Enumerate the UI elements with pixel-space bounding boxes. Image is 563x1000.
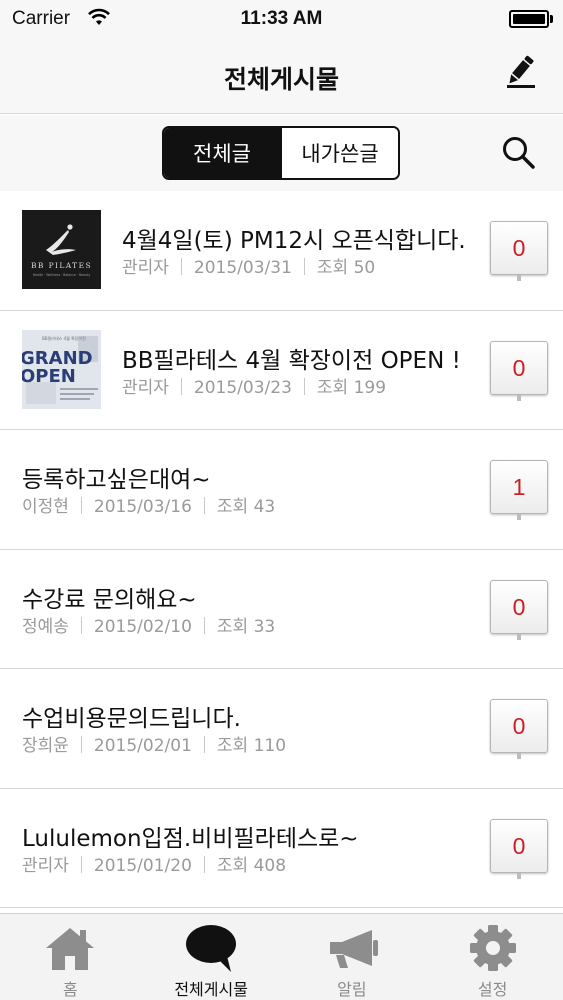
home-icon <box>46 928 95 970</box>
post-views: 조회 110 <box>216 736 287 756</box>
post-title: 등록하고싶은대여~ <box>22 467 211 493</box>
tab-all-posts[interactable]: 전체게시물 <box>141 914 282 1000</box>
navigation-bar: 전체게시물 <box>0 40 563 114</box>
post-item[interactable]: BB PILATES Health · Wellness · Balance ·… <box>0 191 563 311</box>
tab-bar: 홈 전체게시물 알림 설정 <box>0 913 563 1000</box>
post-date: 2015/03/23 <box>193 377 292 398</box>
open-text: OPEN <box>22 366 76 387</box>
pencil-icon[interactable] <box>503 54 537 90</box>
post-thumbnail: BB필라테스 4월 확장이전 GRAND OPEN <box>22 329 101 409</box>
post-meta: 관리자 2015/03/23 조회 199 <box>122 373 386 398</box>
tab-home[interactable]: 홈 <box>0 914 141 1000</box>
post-date: 2015/03/31 <box>193 258 292 278</box>
post-views: 조회 33 <box>216 616 276 637</box>
post-date: 2015/03/16 <box>93 497 192 517</box>
comment-count-badge: 0 <box>490 221 548 275</box>
gear-icon <box>469 925 516 971</box>
tab-label: 알림 <box>337 980 367 999</box>
post-author: 이정현 <box>22 497 69 517</box>
filter-bar: 전체글 내가쓴글 <box>0 115 563 191</box>
clock: 11:33 AM <box>240 8 323 29</box>
post-thumbnail: BB PILATES Health · Wellness · Balance ·… <box>22 210 101 289</box>
tab-settings[interactable]: 설정 <box>422 914 563 1000</box>
grand-open-top-text: BB필라테스 4월 확장이전 <box>42 335 86 341</box>
post-list: BB PILATES Health · Wellness · Balance ·… <box>0 191 563 913</box>
speech-bubble-icon <box>186 925 237 972</box>
post-item[interactable]: BB필라테스 4월 확장이전 GRAND OPEN BB필라테스 4월 확장이전… <box>0 311 563 430</box>
comment-count-badge: 0 <box>490 699 548 753</box>
page-title: 전체게시물 <box>223 65 339 94</box>
post-views: 조회 50 <box>316 258 376 278</box>
bb-pilates-tagline: Health · Wellness · Balance · Beauty <box>33 273 91 277</box>
post-title: 4월4일(토) PM12시 오픈식합니다. <box>122 228 466 254</box>
post-date: 2015/02/10 <box>93 616 192 637</box>
post-title: 수업비용문의드립니다. <box>22 706 241 732</box>
post-title: Lululemon입점.비비필라테스로~ <box>22 825 359 852</box>
tab-label: 전체게시물 <box>174 980 248 999</box>
post-meta: 관리자 2015/01/20 조회 408 <box>22 851 286 876</box>
post-author: 장희윤 <box>22 736 69 756</box>
comment-count-badge: 1 <box>490 460 548 514</box>
post-views: 조회 408 <box>216 855 287 876</box>
post-title: 수강료 문의해요~ <box>22 586 197 613</box>
tab-notifications[interactable]: 알림 <box>282 914 423 1000</box>
bb-pilates-logo-text: BB PILATES <box>31 261 92 270</box>
comment-count-badge: 0 <box>490 340 548 395</box>
post-author: 정예송 <box>22 616 69 637</box>
post-item[interactable]: 수업비용문의드립니다. 장희윤 2015/02/01 조회 110 0 <box>0 669 563 789</box>
post-title: BB필라테스 4월 확장이전 OPEN ! <box>122 347 461 374</box>
comment-count-badge: 0 <box>490 579 548 634</box>
post-item[interactable]: 수강료 문의해요~ 정예송 2015/02/10 조회 33 0 <box>0 550 563 669</box>
post-views: 조회 43 <box>216 497 276 517</box>
post-author: 관리자 <box>122 258 169 278</box>
post-date: 2015/01/20 <box>93 855 192 876</box>
status-bar: Carrier 11:33 AM <box>0 0 563 40</box>
post-date: 2015/02/01 <box>93 736 192 756</box>
comment-count-badge: 0 <box>490 818 548 873</box>
post-author: 관리자 <box>122 377 169 398</box>
post-item[interactable]: Lululemon입점.비비필라테스로~ 관리자 2015/01/20 조회 408… <box>0 789 563 908</box>
post-meta: 장희윤 2015/02/01 조회 110 <box>22 731 286 756</box>
post-item[interactable]: 등록하고싶은대여~ 이정현 2015/03/16 조회 43 1 <box>0 430 563 550</box>
segmented-control: 전체글 내가쓴글 <box>162 126 400 180</box>
post-meta: 이정현 2015/03/16 조회 43 <box>22 492 275 517</box>
tab-label: 홈 <box>63 980 78 999</box>
post-author: 관리자 <box>22 855 69 876</box>
post-views: 조회 199 <box>316 377 387 398</box>
segment-all-posts[interactable]: 전체글 <box>164 128 280 178</box>
post-meta: 정예송 2015/02/10 조회 33 <box>22 612 275 637</box>
battery-icon <box>509 10 553 28</box>
megaphone-icon <box>329 930 378 968</box>
segment-my-posts[interactable]: 내가쓴글 <box>280 128 398 178</box>
tab-label: 설정 <box>477 980 508 999</box>
search-icon[interactable] <box>501 135 537 171</box>
post-meta: 관리자 2015/03/31 조회 50 <box>122 253 375 278</box>
